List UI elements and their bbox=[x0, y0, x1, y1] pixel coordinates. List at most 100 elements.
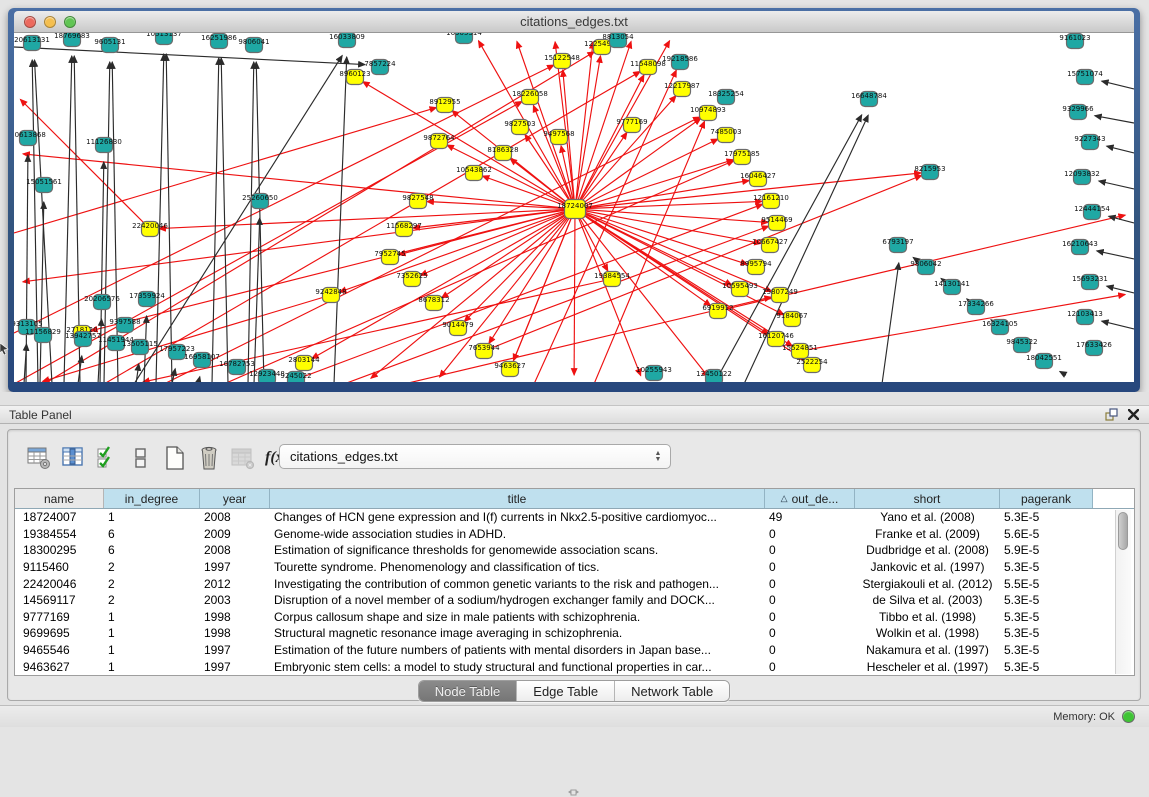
float-panel-icon[interactable] bbox=[1105, 408, 1118, 421]
column-header-year[interactable]: year bbox=[200, 489, 270, 508]
column-header-pagerank[interactable]: pagerank bbox=[1000, 489, 1093, 508]
delete-table-icon[interactable] bbox=[192, 442, 226, 474]
tab-edge-table[interactable]: Edge Table bbox=[517, 681, 615, 701]
citation-edge[interactable] bbox=[212, 58, 219, 382]
column-header-label: year bbox=[223, 492, 246, 506]
show-columns-icon[interactable] bbox=[56, 442, 90, 474]
table-row[interactable]: 977716911998Corpus callosum shape and si… bbox=[15, 609, 1134, 626]
citation-edge-red[interactable] bbox=[363, 82, 575, 209]
citation-edge[interactable] bbox=[1102, 321, 1134, 329]
column-header-label: in_degree bbox=[125, 492, 178, 506]
citation-edge[interactable] bbox=[1109, 216, 1134, 223]
citation-edge-red[interactable] bbox=[575, 209, 768, 222]
cell-out_de: 0 bbox=[765, 593, 855, 607]
graph-node-label: 16324105 bbox=[982, 320, 1018, 328]
citation-edge[interactable] bbox=[1099, 181, 1134, 189]
tab-network-table[interactable]: Network Table bbox=[615, 681, 729, 701]
citation-edge[interactable] bbox=[156, 54, 164, 382]
scrollbar-thumb[interactable] bbox=[1118, 512, 1128, 550]
graph-node-label: 6793197 bbox=[882, 238, 913, 246]
zoom-window-button[interactable] bbox=[64, 16, 76, 28]
citation-edge[interactable] bbox=[1095, 116, 1134, 123]
citation-edge[interactable] bbox=[40, 202, 44, 382]
graph-node-label: 10667427 bbox=[752, 238, 788, 246]
graph-node-label: 8215953 bbox=[914, 165, 945, 173]
citation-edge[interactable] bbox=[248, 62, 254, 382]
cell-pagerank: 5.3E-5 bbox=[1000, 560, 1093, 574]
table-row[interactable]: 946554611997Estimation of the future num… bbox=[15, 642, 1134, 659]
citation-edge-red[interactable] bbox=[104, 72, 640, 383]
graph-node-label: 15751074 bbox=[1067, 70, 1103, 78]
table-settings-icon[interactable] bbox=[22, 442, 56, 474]
graph-node-label: 11126830 bbox=[86, 138, 122, 146]
graph-node-label: 15122548 bbox=[544, 54, 580, 62]
graph-node-label: 18042551 bbox=[1026, 354, 1062, 362]
citation-edge-red[interactable] bbox=[574, 209, 575, 375]
cell-year: 2009 bbox=[200, 527, 270, 541]
citation-edge[interactable] bbox=[1060, 372, 1066, 376]
citation-edge-red[interactable] bbox=[164, 117, 700, 382]
close-panel-icon[interactable] bbox=[1128, 409, 1139, 420]
table-selector-dropdown[interactable]: citations_edges.txt ▲▼ bbox=[279, 444, 671, 469]
citation-edge-red[interactable] bbox=[427, 202, 575, 210]
table-row[interactable]: 1872400712008Changes of HCN gene express… bbox=[15, 509, 1134, 526]
table-row[interactable]: 946362711997Embryonic stem cells: a mode… bbox=[15, 658, 1134, 675]
graph-node-label: 11548098 bbox=[630, 60, 666, 68]
cell-title: Changes of HCN gene expression and I(f) … bbox=[270, 510, 765, 524]
citation-edge-red[interactable] bbox=[484, 175, 922, 351]
graph-node-label: 7352625 bbox=[396, 272, 427, 280]
graph-node-label: 16033809 bbox=[329, 33, 365, 41]
citation-edge[interactable] bbox=[1102, 81, 1134, 89]
citation-edge[interactable] bbox=[882, 263, 899, 382]
table-row[interactable]: 1456911722003Disruption of a novel membe… bbox=[15, 592, 1134, 609]
citation-edge[interactable] bbox=[1097, 251, 1134, 259]
citation-edge[interactable] bbox=[112, 62, 118, 382]
column-header-in_degree[interactable]: in_degree bbox=[104, 489, 200, 508]
column-header-out_de[interactable]: △out_de... bbox=[765, 489, 855, 508]
citation-edge-red[interactable] bbox=[575, 209, 708, 377]
citation-edge-red[interactable] bbox=[575, 75, 644, 209]
clear-selection-icon[interactable] bbox=[124, 442, 158, 474]
graph-node-label: 17359924 bbox=[129, 292, 165, 300]
cell-title: Disruption of a novel member of a sodium… bbox=[270, 593, 765, 607]
tab-node-table[interactable]: Node Table bbox=[419, 681, 518, 701]
pane-splitter[interactable] bbox=[0, 392, 1149, 405]
table-row[interactable]: 1830029562008Estimation of significance … bbox=[15, 542, 1134, 559]
citation-edge[interactable] bbox=[14, 47, 365, 65]
citation-edge[interactable] bbox=[198, 377, 200, 382]
cell-title: Genome-wide association studies in ADHD. bbox=[270, 527, 765, 541]
citation-edge-red[interactable] bbox=[594, 121, 705, 382]
citation-edge-red[interactable] bbox=[575, 181, 749, 210]
citation-network-graph: 1872400789601238912955182260589827503818… bbox=[14, 33, 1134, 382]
citation-edge[interactable] bbox=[1107, 146, 1134, 153]
citation-edge[interactable] bbox=[221, 58, 228, 382]
table-row[interactable]: 1938455462009Genome-wide association stu… bbox=[15, 526, 1134, 543]
citation-edge[interactable] bbox=[104, 62, 110, 382]
graph-node-label: 9161023 bbox=[1059, 34, 1090, 42]
network-window-titlebar[interactable]: citations_edges.txt bbox=[14, 11, 1134, 33]
graph-node-label: 20206576 bbox=[84, 295, 120, 303]
table-row[interactable]: 911546021997Tourette syndrome. Phenomeno… bbox=[15, 559, 1134, 576]
graph-node-label: 15807249 bbox=[762, 288, 798, 296]
cell-out_de: 0 bbox=[765, 610, 855, 624]
minimize-window-button[interactable] bbox=[44, 16, 56, 28]
network-canvas[interactable]: 1872400789601238912955182260589827503818… bbox=[14, 33, 1134, 382]
cell-short: Franke et al. (2009) bbox=[855, 527, 1000, 541]
close-window-button[interactable] bbox=[24, 16, 36, 28]
table-vertical-scrollbar[interactable] bbox=[1115, 510, 1131, 674]
cell-year: 2008 bbox=[200, 543, 270, 557]
column-header-title[interactable]: title bbox=[270, 489, 765, 508]
table-row[interactable]: 969969511998Structural magnetic resonanc… bbox=[15, 625, 1134, 642]
column-header-short[interactable]: short bbox=[855, 489, 1000, 508]
table-row[interactable]: 2242004622012Investigating the contribut… bbox=[15, 575, 1134, 592]
select-all-icon[interactable] bbox=[90, 442, 124, 474]
graph-node-label: 8912955 bbox=[429, 98, 460, 106]
citation-edge-red[interactable] bbox=[534, 70, 676, 382]
cell-pagerank: 5.6E-5 bbox=[1000, 527, 1093, 541]
citation-edge-red[interactable] bbox=[23, 154, 575, 209]
graph-node-label: 18769683 bbox=[54, 33, 90, 40]
column-header-name[interactable]: name bbox=[15, 489, 104, 508]
citation-edge-red[interactable] bbox=[440, 209, 575, 377]
citation-edge[interactable] bbox=[1107, 286, 1134, 293]
new-table-icon[interactable] bbox=[158, 442, 192, 474]
